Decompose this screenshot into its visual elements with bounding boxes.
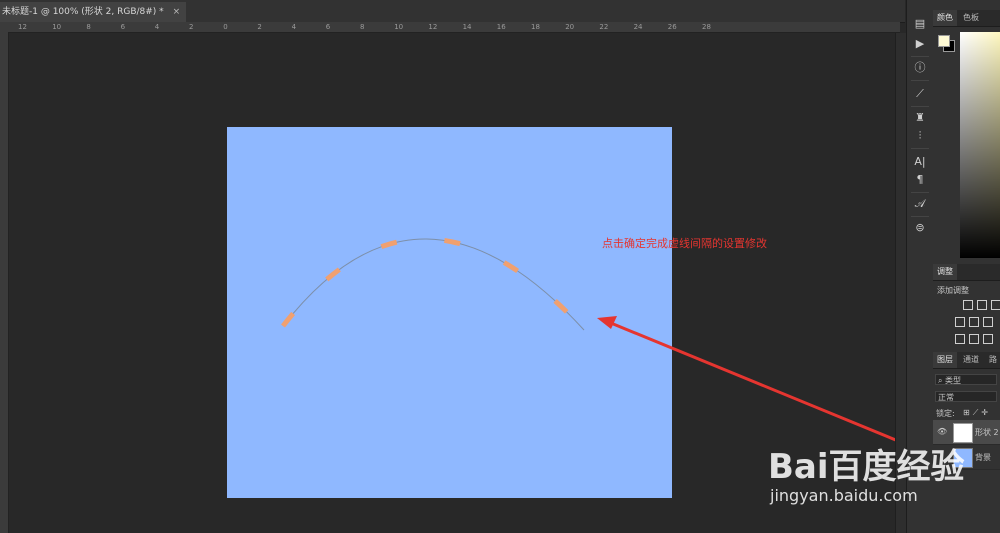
brush-preset-icon[interactable]: ⟋ <box>910 86 930 102</box>
lock-icons[interactable]: ⊞⟋✛ <box>963 408 991 418</box>
invert-icon[interactable] <box>955 334 965 344</box>
color-panel-icon[interactable]: ▤ <box>910 16 930 32</box>
tab-layers[interactable]: 图层 <box>933 352 957 368</box>
layer-filter-label: 类型 <box>945 376 962 385</box>
info-icon[interactable]: ⓘ <box>910 60 930 76</box>
adjustments-panel-tabs: 调整 <box>933 264 1000 281</box>
layers-panel-tabs: 图层 通道 路 <box>933 352 1000 369</box>
tab-color[interactable]: 颜色 <box>933 10 957 26</box>
play-icon[interactable]: ▶ <box>910 36 930 52</box>
hue-saturation-icon[interactable] <box>955 317 965 327</box>
adjust-sliders-icon[interactable]: ⫶ <box>910 128 930 144</box>
brightness-icon[interactable] <box>963 300 973 310</box>
baidu-watermark: Bai百度经验 jingyan.baidu.com <box>760 438 970 518</box>
annotation-arrowhead <box>597 316 617 329</box>
tab-paths[interactable]: 路 <box>985 352 1000 368</box>
baidu-logo-text: Bai百度经验 <box>768 447 965 486</box>
foreground-color-swatch[interactable] <box>938 35 950 47</box>
black-white-icon[interactable] <box>983 317 993 327</box>
curve-path[interactable] <box>282 238 585 331</box>
posterize-icon[interactable] <box>969 334 979 344</box>
layer-filter-select[interactable]: ⌕ 类型 <box>935 374 997 385</box>
levels-icon[interactable] <box>977 300 987 310</box>
color-picker-field[interactable] <box>960 32 1000 258</box>
lock-label: 锁定: <box>936 409 955 418</box>
layer-comps-icon[interactable]: ⊜ <box>910 220 930 236</box>
annotation-text: 点击确定完成虚线间隔的设置修改 <box>602 237 767 250</box>
gradient-map-icon[interactable] <box>983 334 993 344</box>
curves-icon[interactable] <box>991 300 1000 310</box>
blend-mode-select[interactable]: 正常 <box>935 391 997 402</box>
character-icon[interactable]: A| <box>910 154 930 170</box>
color-balance-icon[interactable] <box>969 317 979 327</box>
tab-channels[interactable]: 通道 <box>959 352 983 368</box>
paragraph-icon[interactable]: ¶ <box>910 172 930 188</box>
baidu-logo: Bai百度经验 <box>768 447 965 487</box>
dashed-stroke <box>281 236 586 332</box>
add-adjustment-label: 添加调整 <box>937 286 969 295</box>
eye-icon[interactable]: 👁 <box>937 427 947 436</box>
glyphs-icon[interactable]: 𝒜 <box>910 196 930 212</box>
layer-name[interactable]: 形状 2 <box>975 427 999 438</box>
clone-source-icon[interactable]: ♜ <box>910 110 930 126</box>
tab-adjustments[interactable]: 调整 <box>933 264 957 280</box>
tab-swatches[interactable]: 色板 <box>959 10 983 26</box>
color-panel-tabs: 颜色 色板 <box>933 10 1000 27</box>
annotation-arrow <box>605 319 926 454</box>
watermark-url: jingyan.baidu.com <box>770 486 918 505</box>
layer-name[interactable]: 背景 <box>975 452 991 463</box>
